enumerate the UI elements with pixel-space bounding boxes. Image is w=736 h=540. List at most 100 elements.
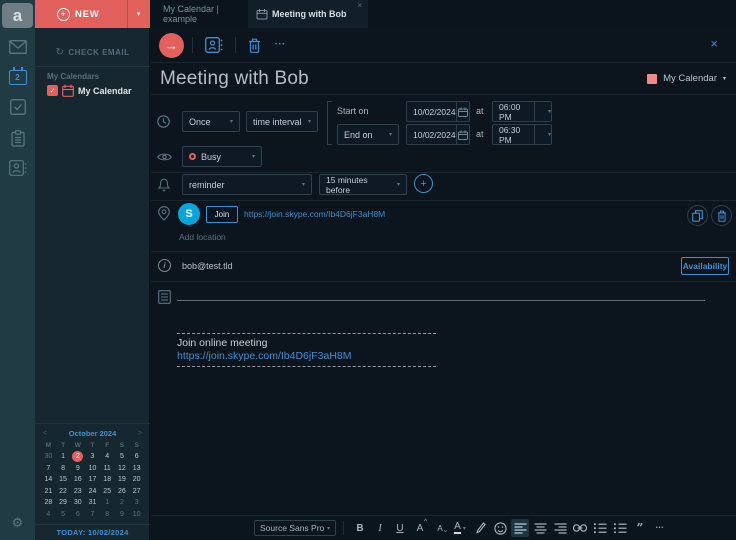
font-size-down-button[interactable]: A [431, 519, 449, 537]
calendar-checkbox[interactable]: ✓ [47, 85, 58, 96]
calendar-day[interactable]: 6 [70, 509, 85, 521]
calendar-day[interactable]: 3 [129, 497, 144, 509]
font-color-button[interactable]: A ▾ [451, 519, 469, 537]
calendar-day[interactable]: 27 [129, 486, 144, 498]
calendar-day[interactable]: 24 [85, 486, 100, 498]
event-title-input[interactable]: Meeting with Bob [160, 68, 309, 90]
calendar-day[interactable]: 8 [56, 463, 71, 475]
calendar-day[interactable]: 10 [85, 463, 100, 475]
delete-button[interactable] [244, 38, 265, 53]
bold-button[interactable]: B [351, 519, 369, 537]
tab-close-icon[interactable]: × [357, 1, 362, 10]
nav-calendar[interactable]: 2 [0, 62, 35, 90]
start-date-input[interactable]: 10/02/2024 [406, 101, 470, 122]
close-button[interactable]: × [710, 36, 718, 51]
add-location-button[interactable]: Add location [179, 232, 226, 242]
prev-month-button[interactable]: < [43, 430, 47, 437]
calendar-day[interactable]: 23 [70, 486, 85, 498]
start-date-picker-button[interactable] [456, 102, 469, 121]
nav-contacts[interactable] [0, 154, 35, 182]
mini-calendar-month[interactable]: October 2024 [69, 429, 117, 438]
more-formatting-button[interactable]: ••• [651, 519, 669, 537]
calendar-day[interactable]: 9 [115, 509, 130, 521]
calendar-day[interactable]: 29 [56, 497, 71, 509]
calendar-day[interactable]: 15 [56, 474, 71, 486]
notes-field[interactable] [177, 288, 705, 301]
start-time-input[interactable]: 06:00 PM ▾ [492, 101, 552, 122]
check-email-button[interactable]: ↻ CHECK EMAIL [35, 40, 150, 64]
availability-button[interactable]: Availability [681, 257, 729, 275]
copy-link-button[interactable] [687, 205, 708, 226]
align-right-button[interactable] [551, 519, 569, 537]
app-logo[interactable]: a [2, 3, 33, 28]
calendar-day[interactable]: 10 [129, 509, 144, 521]
calendar-day[interactable]: 21 [41, 486, 56, 498]
calendar-day[interactable]: 30 [70, 497, 85, 509]
nav-mail[interactable] [0, 33, 35, 61]
calendar-day[interactable]: 1 [56, 451, 71, 463]
calendar-day[interactable]: 3 [85, 451, 100, 463]
calendar-day[interactable]: 6 [129, 451, 144, 463]
meeting-link[interactable]: https://join.skype.com/Ib4D6jF3aH8M [244, 209, 385, 219]
calendar-day[interactable]: 7 [85, 509, 100, 521]
reminder-select[interactable]: reminder ▾ [182, 174, 312, 195]
calendar-day[interactable]: 4 [41, 509, 56, 521]
calendar-day[interactable]: 1 [100, 497, 115, 509]
format-painter-button[interactable] [471, 519, 489, 537]
end-on-select[interactable]: End on ▾ [337, 124, 399, 145]
calendar-day[interactable]: 20 [129, 474, 144, 486]
italic-button[interactable]: I [371, 519, 389, 537]
reminder-offset-select[interactable]: 15 minutes before ▾ [319, 174, 407, 195]
recurrence-select[interactable]: Once ▾ [182, 111, 240, 132]
calendar-day[interactable]: 5 [56, 509, 71, 521]
end-time-caret[interactable]: ▾ [534, 125, 551, 144]
calendar-day[interactable]: 30 [41, 451, 56, 463]
end-date-input[interactable]: 10/02/2024 [406, 124, 470, 145]
attendee-email[interactable]: bob@test.tld [182, 261, 233, 271]
calendar-day[interactable]: 4 [100, 451, 115, 463]
nav-tasks[interactable] [0, 93, 35, 121]
today-button[interactable]: TODAY: 10/02/2024 [35, 524, 150, 540]
calendar-picker[interactable]: My Calendar ▾ [647, 73, 726, 84]
calendar-day[interactable]: 14 [41, 474, 56, 486]
calendar-day[interactable]: 2 [72, 451, 83, 462]
remove-meeting-button[interactable] [711, 205, 732, 226]
bullet-list-button[interactable] [611, 519, 629, 537]
calendar-day[interactable]: 2 [115, 497, 130, 509]
blockquote-button[interactable]: ” [631, 519, 649, 537]
attendees-button[interactable] [201, 37, 227, 53]
add-reminder-button[interactable]: + [414, 174, 433, 193]
calendar-day[interactable]: 17 [85, 474, 100, 486]
calendar-day[interactable]: 19 [115, 474, 130, 486]
join-meeting-button[interactable]: Join [206, 206, 238, 223]
insert-link-button[interactable] [571, 519, 589, 537]
calendar-day[interactable]: 9 [70, 463, 85, 475]
new-dropdown-caret[interactable]: ▾ [127, 0, 150, 28]
settings-button[interactable]: ⚙ [0, 512, 35, 534]
ordered-list-button[interactable] [591, 519, 609, 537]
send-button[interactable]: → [159, 33, 184, 58]
calendar-day[interactable]: 13 [129, 463, 144, 475]
calendar-day[interactable]: 12 [115, 463, 130, 475]
new-button[interactable]: + NEW ▾ [35, 0, 150, 28]
calendar-day[interactable]: 26 [115, 486, 130, 498]
status-select[interactable]: Busy ▾ [182, 146, 262, 167]
interval-select[interactable]: time interval ▾ [246, 111, 318, 132]
calendar-day[interactable]: 16 [70, 474, 85, 486]
calendar-day[interactable]: 18 [100, 474, 115, 486]
calendar-day[interactable]: 5 [115, 451, 130, 463]
end-date-picker-button[interactable] [456, 125, 469, 144]
next-month-button[interactable]: > [138, 430, 142, 437]
body-meeting-link[interactable]: https://join.skype.com/Ib4D6jF3aH8M [177, 350, 352, 362]
tab-my-calendar[interactable]: My Calendar | example [151, 0, 245, 28]
align-left-button[interactable] [511, 519, 529, 537]
calendar-day[interactable]: 31 [85, 497, 100, 509]
font-size-up-button[interactable]: A [411, 519, 429, 537]
calendar-day[interactable]: 8 [100, 509, 115, 521]
start-time-caret[interactable]: ▾ [534, 102, 551, 121]
calendar-day[interactable]: 22 [56, 486, 71, 498]
end-time-input[interactable]: 06:30 PM ▾ [492, 124, 552, 145]
align-center-button[interactable] [531, 519, 549, 537]
calendar-day[interactable]: 7 [41, 463, 56, 475]
nav-notes[interactable] [0, 124, 35, 152]
